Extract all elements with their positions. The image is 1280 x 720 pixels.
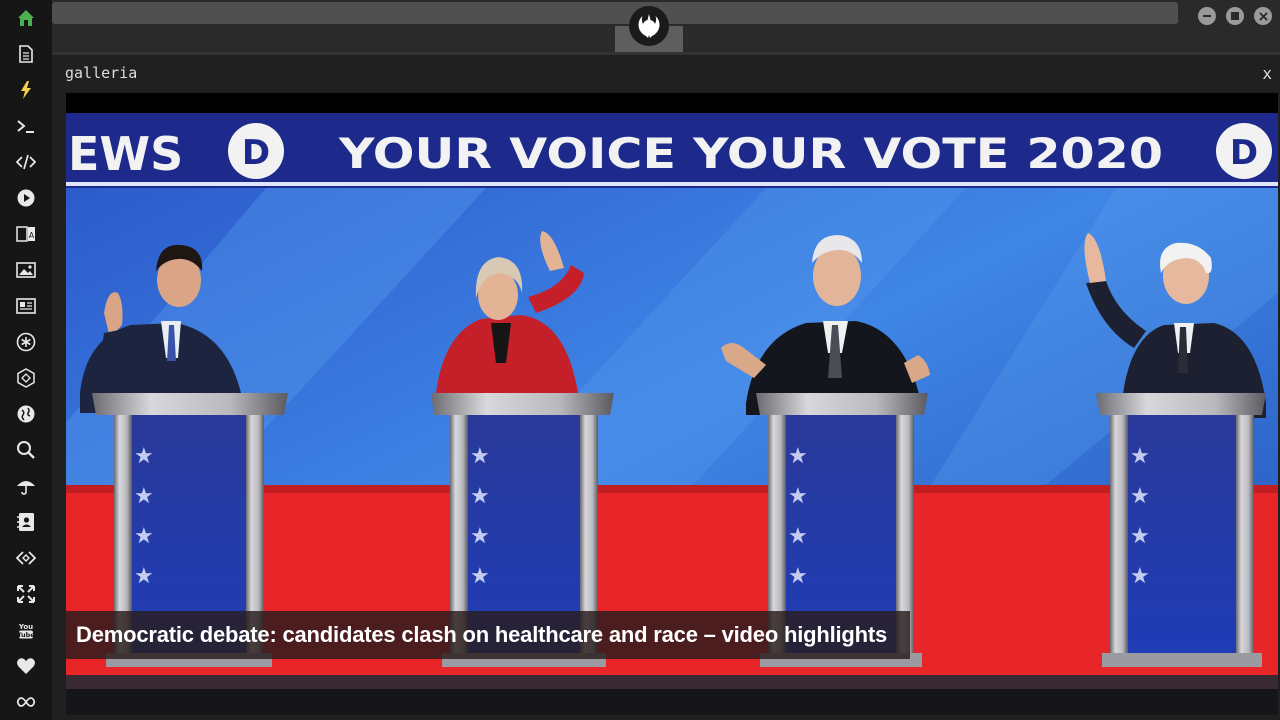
- top-bar: [52, 0, 1280, 52]
- youtube-icon[interactable]: You Tube: [14, 618, 38, 642]
- svg-text:★: ★: [788, 524, 808, 549]
- svg-text:★: ★: [470, 564, 490, 589]
- sidebar: A You Tube: [0, 0, 52, 720]
- contact-icon[interactable]: [14, 510, 38, 534]
- svg-text:★: ★: [1130, 484, 1150, 509]
- svg-text:Tube: Tube: [17, 631, 35, 639]
- lightning-icon[interactable]: [14, 78, 38, 102]
- gallery-window: galleria x EWS D YOUR VOICE YOUR VOTE 20…: [52, 52, 1280, 720]
- code-icon[interactable]: [14, 150, 38, 174]
- svg-text:★: ★: [788, 444, 808, 469]
- globe-icon[interactable]: [14, 402, 38, 426]
- banner-left-text: EWS: [68, 127, 183, 181]
- close-window-button[interactable]: [1254, 7, 1272, 25]
- expand-icon[interactable]: [14, 582, 38, 606]
- svg-text:★: ★: [1130, 564, 1150, 589]
- minimize-button[interactable]: [1198, 7, 1216, 25]
- image-caption: Democratic debate: candidates clash on h…: [76, 622, 888, 647]
- document-icon[interactable]: [14, 42, 38, 66]
- party-badge-right: D: [1230, 133, 1258, 173]
- window-title: galleria: [65, 64, 138, 82]
- banner-text: YOUR VOICE YOUR VOTE 2020: [338, 129, 1163, 178]
- translate-icon[interactable]: A: [14, 222, 38, 246]
- svg-text:★: ★: [1130, 524, 1150, 549]
- svg-text:★: ★: [134, 564, 154, 589]
- image-icon[interactable]: [14, 258, 38, 282]
- heart-icon[interactable]: [14, 654, 38, 678]
- svg-text:★: ★: [788, 564, 808, 589]
- image-viewer[interactable]: EWS D YOUR VOICE YOUR VOTE 2020 D ★ ★ ★ …: [66, 93, 1278, 715]
- hexagon-icon[interactable]: [14, 366, 38, 390]
- home-icon[interactable]: [14, 6, 38, 30]
- umbrella-icon[interactable]: [14, 474, 38, 498]
- svg-text:You: You: [18, 623, 33, 631]
- news-icon[interactable]: [14, 294, 38, 318]
- code-brackets-icon[interactable]: [14, 546, 38, 570]
- terminal-icon[interactable]: [14, 114, 38, 138]
- window-close-button[interactable]: x: [1262, 64, 1272, 83]
- maximize-button[interactable]: [1226, 7, 1244, 25]
- svg-text:★: ★: [1130, 444, 1150, 469]
- search-icon[interactable]: [14, 438, 38, 462]
- svg-text:★: ★: [134, 444, 154, 469]
- svg-text:★: ★: [470, 444, 490, 469]
- podium-4: [1096, 393, 1266, 667]
- infinity-icon[interactable]: [14, 690, 38, 714]
- party-badge-left: D: [242, 133, 270, 173]
- address-bar[interactable]: [52, 2, 1178, 24]
- asterisk-icon[interactable]: [14, 330, 38, 354]
- svg-text:★: ★: [134, 484, 154, 509]
- svg-text:A: A: [29, 231, 35, 240]
- rebel-alliance-logo-icon[interactable]: [629, 6, 669, 46]
- svg-text:★: ★: [788, 484, 808, 509]
- image-caption-bar: Democratic debate: candidates clash on h…: [66, 611, 910, 659]
- svg-text:★: ★: [470, 484, 490, 509]
- svg-text:★: ★: [134, 524, 154, 549]
- play-icon[interactable]: [14, 186, 38, 210]
- svg-text:★: ★: [470, 524, 490, 549]
